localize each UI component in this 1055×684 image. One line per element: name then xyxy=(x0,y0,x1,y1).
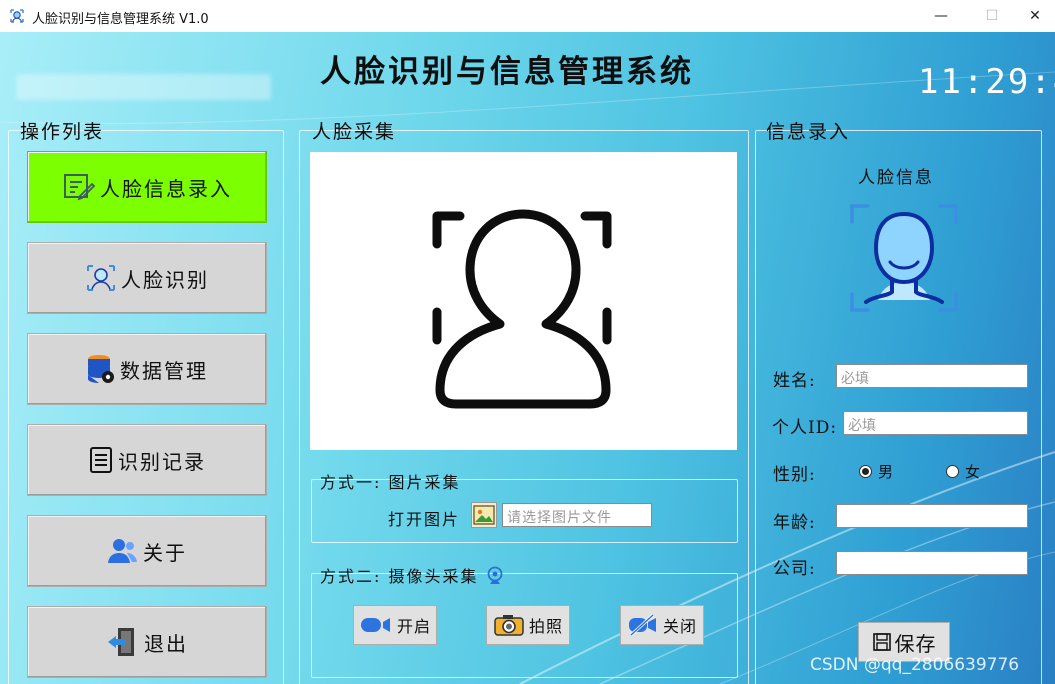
header: 人脸识别与信息管理系统 11:29:48 xyxy=(0,32,1055,104)
nav-group-title: 操作列表 xyxy=(20,121,105,143)
app-face-icon xyxy=(10,9,24,23)
csdn-watermark: CSDN @qq_2806639776 xyxy=(810,655,1020,675)
nav-label: 数据管理 xyxy=(120,358,208,383)
users-icon xyxy=(108,539,137,563)
camera-open-button[interactable]: 开启 xyxy=(353,605,437,645)
company-label: 公司: xyxy=(773,559,816,579)
open-image-label: 打开图片 xyxy=(388,510,461,529)
name-input[interactable]: 必填 xyxy=(836,364,1028,388)
camera-off-icon xyxy=(628,613,656,637)
main-window: 人脸识别与信息管理系统 11:29:48 操作列表 人脸信息录入 人脸识别 xyxy=(0,32,1055,684)
nav-exit-button[interactable]: 退出 xyxy=(27,606,267,678)
minimize-icon: — xyxy=(934,8,948,24)
window-title: 人脸识别与信息管理系统 V1.0 xyxy=(32,12,209,27)
image-file-input[interactable]: 请选择图片文件 xyxy=(502,503,652,527)
age-input[interactable] xyxy=(836,504,1028,528)
minimize-button[interactable]: — xyxy=(918,0,964,32)
nav-label: 识别记录 xyxy=(118,449,206,474)
nav-label: 退出 xyxy=(144,631,188,656)
nav-face-recognition-button[interactable]: 人脸识别 xyxy=(27,242,267,314)
name-label: 姓名: xyxy=(773,371,816,391)
age-label: 年龄: xyxy=(773,513,816,533)
take-photo-button[interactable]: 拍照 xyxy=(486,605,570,645)
info-group-title: 信息录入 xyxy=(766,121,851,143)
method2-title: 方式二: 摄像头采集 xyxy=(320,563,504,587)
nav-data-management-button[interactable]: 数据管理 xyxy=(27,333,267,405)
webcam-icon xyxy=(487,566,502,584)
nav-face-entry-button[interactable]: 人脸信息录入 xyxy=(27,151,267,223)
radio-dot xyxy=(946,465,959,478)
photo-camera-icon xyxy=(494,615,524,636)
exit-door-icon xyxy=(108,628,134,656)
maximize-icon: ☐ xyxy=(985,8,999,24)
camera-close-button[interactable]: 关闭 xyxy=(620,605,704,645)
nav-recognition-records-button[interactable]: 识别记录 xyxy=(27,424,267,496)
blurred-region xyxy=(16,74,271,100)
list-record-icon xyxy=(90,447,112,473)
id-label: 个人ID: xyxy=(772,418,838,438)
radio-dot xyxy=(859,465,872,478)
database-icon xyxy=(88,355,114,383)
app-title: 人脸识别与信息管理系统 xyxy=(320,54,694,90)
id-input[interactable]: 必填 xyxy=(843,411,1028,435)
method1-title: 方式一: 图片采集 xyxy=(320,473,461,492)
capture-group-title: 人脸采集 xyxy=(312,121,397,143)
open-image-button[interactable] xyxy=(471,502,497,528)
face-preview-area xyxy=(310,152,737,450)
image-icon xyxy=(473,505,495,525)
gender-label: 性别: xyxy=(773,465,816,485)
maximize-button[interactable]: ☐ xyxy=(969,0,1015,32)
close-window-button[interactable]: ✕ xyxy=(1012,0,1055,32)
close-icon: ✕ xyxy=(1029,8,1041,24)
save-icon xyxy=(872,633,891,651)
window-titlebar: 人脸识别与信息管理系统 V1.0 — ☐ ✕ xyxy=(0,0,1055,32)
face-scan-icon xyxy=(87,265,115,291)
nav-label: 人脸信息录入 xyxy=(100,176,232,201)
video-camera-icon xyxy=(360,618,390,632)
nav-label: 关于 xyxy=(143,540,187,565)
clock-display: 11:29:48 xyxy=(918,62,1055,102)
face-info-label: 人脸信息 xyxy=(858,168,934,188)
nav-about-button[interactable]: 关于 xyxy=(27,515,267,587)
face-placeholder-icon xyxy=(432,209,612,409)
edit-document-icon xyxy=(64,174,96,201)
face-avatar-icon xyxy=(850,204,958,312)
nav-label: 人脸识别 xyxy=(121,267,209,292)
gender-male-radio[interactable]: 男 xyxy=(859,461,893,482)
gender-female-radio[interactable]: 女 xyxy=(946,461,980,482)
company-input[interactable] xyxy=(836,551,1028,575)
